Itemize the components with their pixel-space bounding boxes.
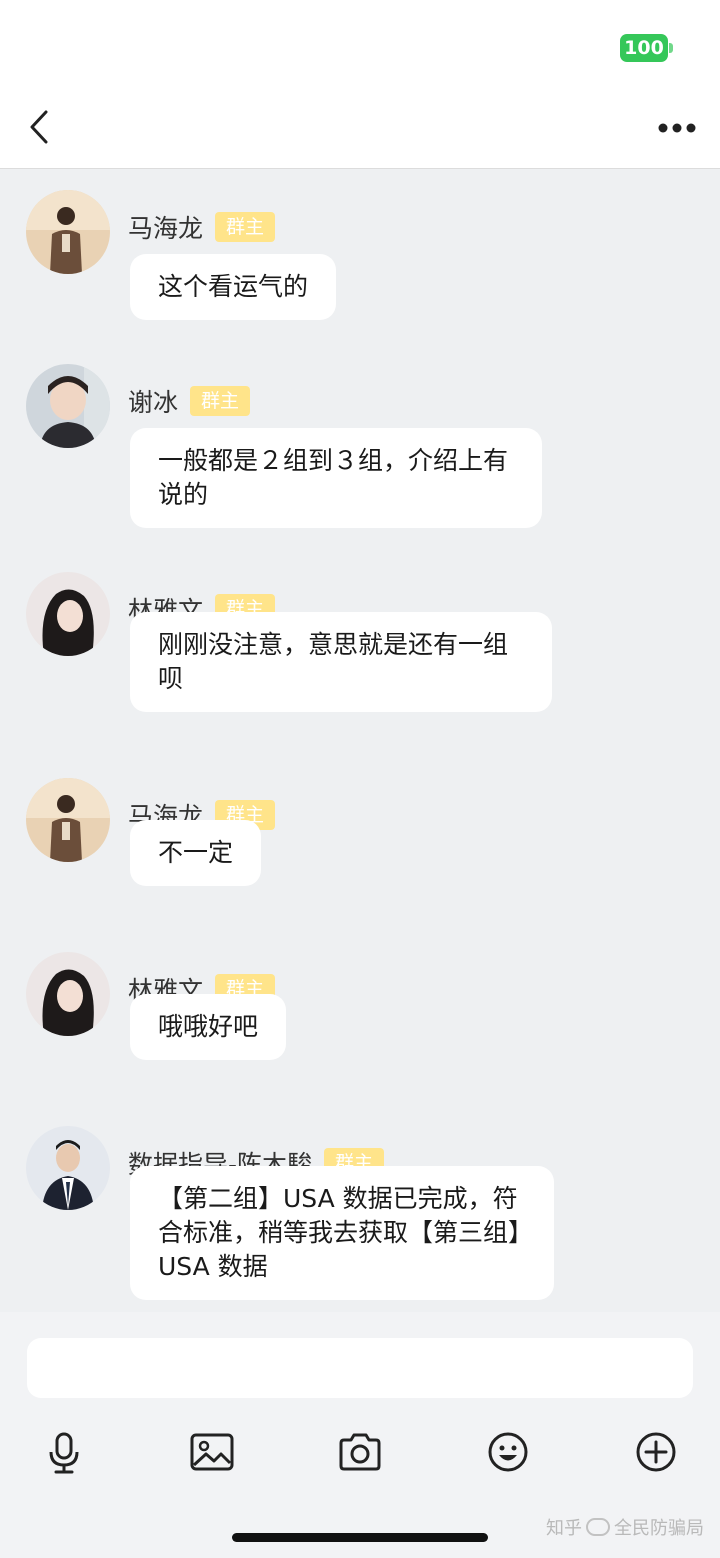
avatar[interactable] — [26, 778, 110, 862]
emoji-button[interactable] — [484, 1428, 532, 1476]
more-actions-button[interactable] — [632, 1428, 680, 1476]
more-dots-icon — [658, 123, 696, 133]
avatar[interactable] — [26, 190, 110, 274]
watermark: 知乎 全民防骗局 — [546, 1512, 716, 1542]
avatar-woman-long-hair-icon — [26, 572, 110, 656]
plus-circle-icon — [636, 1432, 676, 1472]
watermark-logo-icon — [586, 1518, 610, 1536]
sender-name: 马海龙 — [128, 214, 204, 243]
status-bar: 100 — [0, 0, 720, 100]
watermark-account: 全民防骗局 — [614, 1518, 704, 1539]
avatar-man-suit-icon — [26, 778, 110, 862]
avatar[interactable] — [26, 1126, 110, 1210]
sender-line: 谢冰 群主 — [128, 384, 251, 418]
microphone-icon — [49, 1432, 79, 1474]
watermark-site: 知乎 — [546, 1518, 582, 1539]
message-bubble[interactable]: 一般都是２组到３组，介绍上有说的 — [130, 428, 542, 528]
chat-header — [0, 100, 720, 169]
avatar-woman-glasses-icon — [26, 364, 110, 448]
avatar-man-suit-icon — [26, 190, 110, 274]
message-bubble[interactable]: 不一定 — [130, 820, 262, 886]
message-bubble[interactable]: 哦哦好吧 — [130, 994, 287, 1060]
message-list[interactable]: 马海龙 群主 这个看运气的 谢冰 群主 一般都是２组到３组，介绍上有说的 林雅文… — [0, 170, 720, 1312]
avatar[interactable] — [26, 952, 110, 1036]
avatar-woman-long-hair-icon — [26, 952, 110, 1036]
role-badge: 群主 — [215, 212, 276, 242]
home-indicator[interactable] — [232, 1533, 488, 1542]
camera-button[interactable] — [336, 1428, 384, 1476]
chevron-left-icon — [30, 110, 48, 144]
battery-tip — [669, 43, 673, 53]
emoji-icon — [488, 1432, 528, 1472]
sender-line: 马海龙 群主 — [128, 210, 276, 244]
sender-name: 谢冰 — [128, 388, 179, 417]
voice-button[interactable] — [40, 1428, 88, 1476]
message-bubble[interactable]: 【第二组】USA 数据已完成，符合标准，稍等我去获取【第三组】USA 数据 — [130, 1166, 554, 1300]
role-badge: 群主 — [190, 386, 251, 416]
image-button[interactable] — [188, 1428, 236, 1476]
back-button[interactable] — [20, 108, 60, 148]
image-icon — [190, 1433, 234, 1471]
message-input[interactable] — [27, 1338, 693, 1398]
input-area: 知乎 全民防骗局 — [0, 1312, 720, 1558]
camera-icon — [339, 1433, 381, 1471]
message-bubble[interactable]: 刚刚没注意，意思就是还有一组呗 — [130, 612, 552, 712]
avatar[interactable] — [26, 572, 110, 656]
more-button[interactable] — [654, 114, 700, 142]
avatar-man-suit-tie-icon — [26, 1126, 110, 1210]
avatar[interactable] — [26, 364, 110, 448]
message-bubble[interactable]: 这个看运气的 — [130, 254, 337, 320]
battery-indicator: 100 — [620, 34, 668, 62]
